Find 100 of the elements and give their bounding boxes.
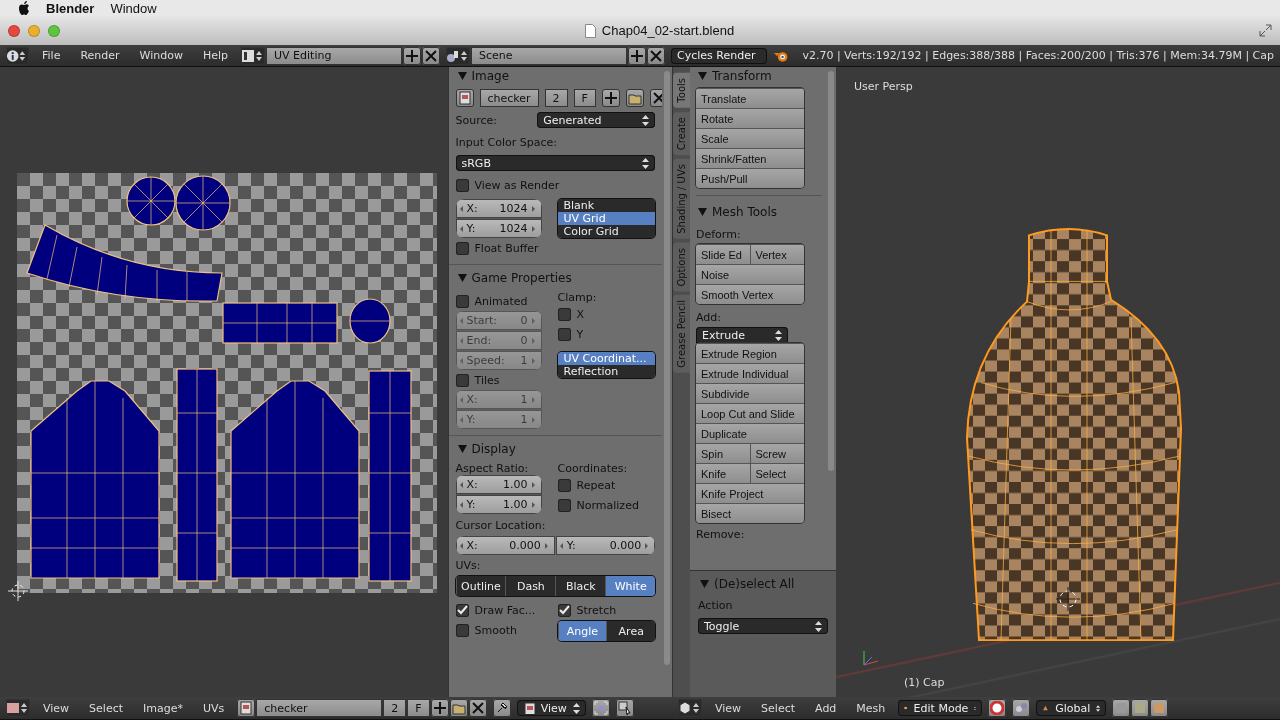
tool-button[interactable]: Duplicate bbox=[696, 423, 804, 443]
orientation-dropdown[interactable]: Global bbox=[1036, 700, 1107, 716]
color-space-dropdown[interactable]: sRGB bbox=[455, 155, 656, 171]
menu-item[interactable]: UVs bbox=[196, 701, 232, 715]
tool-button[interactable]: Extrude Region bbox=[696, 343, 804, 363]
checkbox[interactable] bbox=[557, 498, 571, 512]
panel-header[interactable]: Transform bbox=[696, 67, 822, 85]
tool-button[interactable]: Bisect bbox=[696, 503, 804, 523]
number-field[interactable]: X: 1024 bbox=[455, 199, 542, 218]
panel-header[interactable]: Mesh Tools bbox=[696, 203, 822, 221]
tool-button[interactable]: Noise bbox=[696, 264, 804, 284]
fullscreen-icon[interactable] bbox=[1259, 24, 1272, 37]
add-icon[interactable] bbox=[430, 699, 449, 717]
menu-item[interactable]: File bbox=[35, 49, 68, 62]
menu-item[interactable]: View bbox=[708, 701, 749, 715]
fake-user-button[interactable]: F bbox=[407, 699, 430, 717]
checkbox[interactable] bbox=[557, 603, 571, 617]
tool-button[interactable]: Extrude Individual bbox=[696, 363, 804, 383]
menu-item[interactable]: View bbox=[36, 701, 77, 715]
add-icon[interactable] bbox=[628, 46, 647, 65]
menu-item[interactable]: Add bbox=[808, 701, 844, 715]
editor-type-icon[interactable] bbox=[678, 699, 702, 717]
source-dropdown[interactable]: Generated bbox=[537, 112, 656, 128]
tool-button[interactable]: Smooth Vertex bbox=[696, 284, 804, 304]
view-mode-dropdown[interactable]: View bbox=[516, 700, 586, 716]
option-button[interactable]: Outline bbox=[455, 576, 506, 596]
tool-button[interactable]: Loop Cut and Slide bbox=[696, 403, 804, 423]
uv-layout-drawing[interactable] bbox=[17, 173, 437, 593]
panel-header[interactable]: Game Properties bbox=[455, 269, 656, 287]
mode-dropdown[interactable]: Edit Mode bbox=[898, 700, 983, 716]
number-field[interactable]: Y: 0.000 bbox=[555, 536, 656, 555]
folder-icon[interactable] bbox=[449, 699, 468, 717]
tool-button[interactable]: Knife bbox=[696, 463, 750, 483]
option-button[interactable]: Reflection bbox=[557, 365, 656, 378]
close-icon[interactable] bbox=[649, 89, 663, 107]
info-editor-button[interactable] bbox=[6, 46, 29, 65]
option-button[interactable]: White bbox=[605, 576, 656, 596]
tool-button[interactable]: Scale bbox=[696, 128, 804, 148]
option-button[interactable]: UV Coordinat... bbox=[557, 352, 656, 365]
checkbox[interactable] bbox=[455, 623, 469, 637]
tool-button[interactable]: Select bbox=[749, 463, 804, 483]
add-icon[interactable] bbox=[403, 46, 422, 65]
apple-logo-icon[interactable] bbox=[18, 1, 30, 15]
editor-type-icon[interactable] bbox=[6, 699, 30, 717]
checkbox[interactable] bbox=[455, 178, 469, 192]
number-field[interactable]: Y: 1.00 bbox=[455, 494, 542, 514]
tool-tab[interactable]: Tools bbox=[673, 73, 690, 108]
extrude-dropdown[interactable]: Extrude bbox=[696, 327, 788, 343]
option-button[interactable]: Color Grid bbox=[557, 225, 656, 238]
fake-user-button[interactable]: F bbox=[573, 89, 596, 107]
close-icon[interactable] bbox=[468, 699, 487, 717]
tool-button[interactable]: Rotate bbox=[696, 108, 804, 128]
option-button[interactable]: UV Grid bbox=[557, 212, 656, 225]
menu-item[interactable]: Help bbox=[195, 49, 236, 62]
tool-button[interactable]: Screw bbox=[749, 443, 804, 463]
option-button[interactable]: Dash bbox=[505, 576, 556, 596]
tool-button[interactable]: Vertex bbox=[749, 244, 804, 264]
number-field[interactable]: X: 1.00 bbox=[455, 475, 542, 494]
pivot-icon[interactable] bbox=[1012, 699, 1031, 717]
close-button[interactable] bbox=[8, 24, 20, 37]
option-button[interactable]: Blank bbox=[557, 199, 656, 212]
checkbox[interactable] bbox=[455, 373, 469, 387]
checkbox[interactable] bbox=[455, 241, 469, 255]
image-browse-icon[interactable] bbox=[237, 699, 256, 717]
checkbox[interactable] bbox=[557, 307, 571, 321]
menu-item[interactable]: Render bbox=[73, 49, 127, 62]
close-icon[interactable] bbox=[422, 46, 441, 65]
menu-item[interactable]: Select bbox=[82, 701, 131, 715]
screen-layout-icon[interactable] bbox=[241, 46, 266, 65]
checkbox[interactable] bbox=[557, 327, 571, 341]
screen-name-field[interactable]: UV Editing bbox=[266, 46, 403, 65]
tool-button[interactable]: Translate bbox=[696, 88, 804, 108]
users-count[interactable]: 2 bbox=[383, 699, 407, 717]
tool-button[interactable]: Subdivide bbox=[696, 383, 804, 403]
image-name-field[interactable]: checker bbox=[479, 89, 539, 107]
checkbox[interactable] bbox=[455, 294, 469, 308]
menu-item[interactable]: Image* bbox=[136, 701, 190, 715]
tool-button[interactable]: Slide Ed bbox=[696, 244, 750, 264]
tool-button[interactable]: Spin bbox=[696, 443, 750, 463]
tool-button[interactable]: Knife Project bbox=[696, 483, 804, 503]
add-icon[interactable] bbox=[601, 89, 620, 107]
scene-name-field[interactable]: Scene bbox=[471, 46, 628, 65]
menu-item[interactable]: Mesh bbox=[849, 701, 893, 715]
menu-item[interactable]: Select bbox=[754, 701, 803, 715]
tool-button[interactable]: Push/Pull bbox=[696, 168, 804, 188]
menu-item[interactable]: Window bbox=[132, 49, 190, 62]
checkbox[interactable] bbox=[557, 478, 571, 492]
panel-header[interactable]: Image bbox=[455, 67, 656, 85]
option-button[interactable]: Black bbox=[555, 576, 606, 596]
action-dropdown[interactable]: Toggle bbox=[698, 618, 828, 634]
folder-icon[interactable] bbox=[625, 89, 644, 107]
users-count[interactable]: 2 bbox=[544, 89, 568, 107]
pin-icon[interactable] bbox=[492, 699, 511, 717]
tool-button[interactable]: Shrink/Fatten bbox=[696, 148, 804, 168]
number-field[interactable]: Y: 1024 bbox=[455, 218, 542, 238]
image-browse-icon[interactable] bbox=[455, 89, 474, 107]
app-menu[interactable]: Blender bbox=[46, 0, 95, 16]
panel-header[interactable]: Display bbox=[455, 440, 656, 458]
shading-icon[interactable] bbox=[988, 699, 1007, 717]
close-icon[interactable] bbox=[647, 46, 666, 65]
